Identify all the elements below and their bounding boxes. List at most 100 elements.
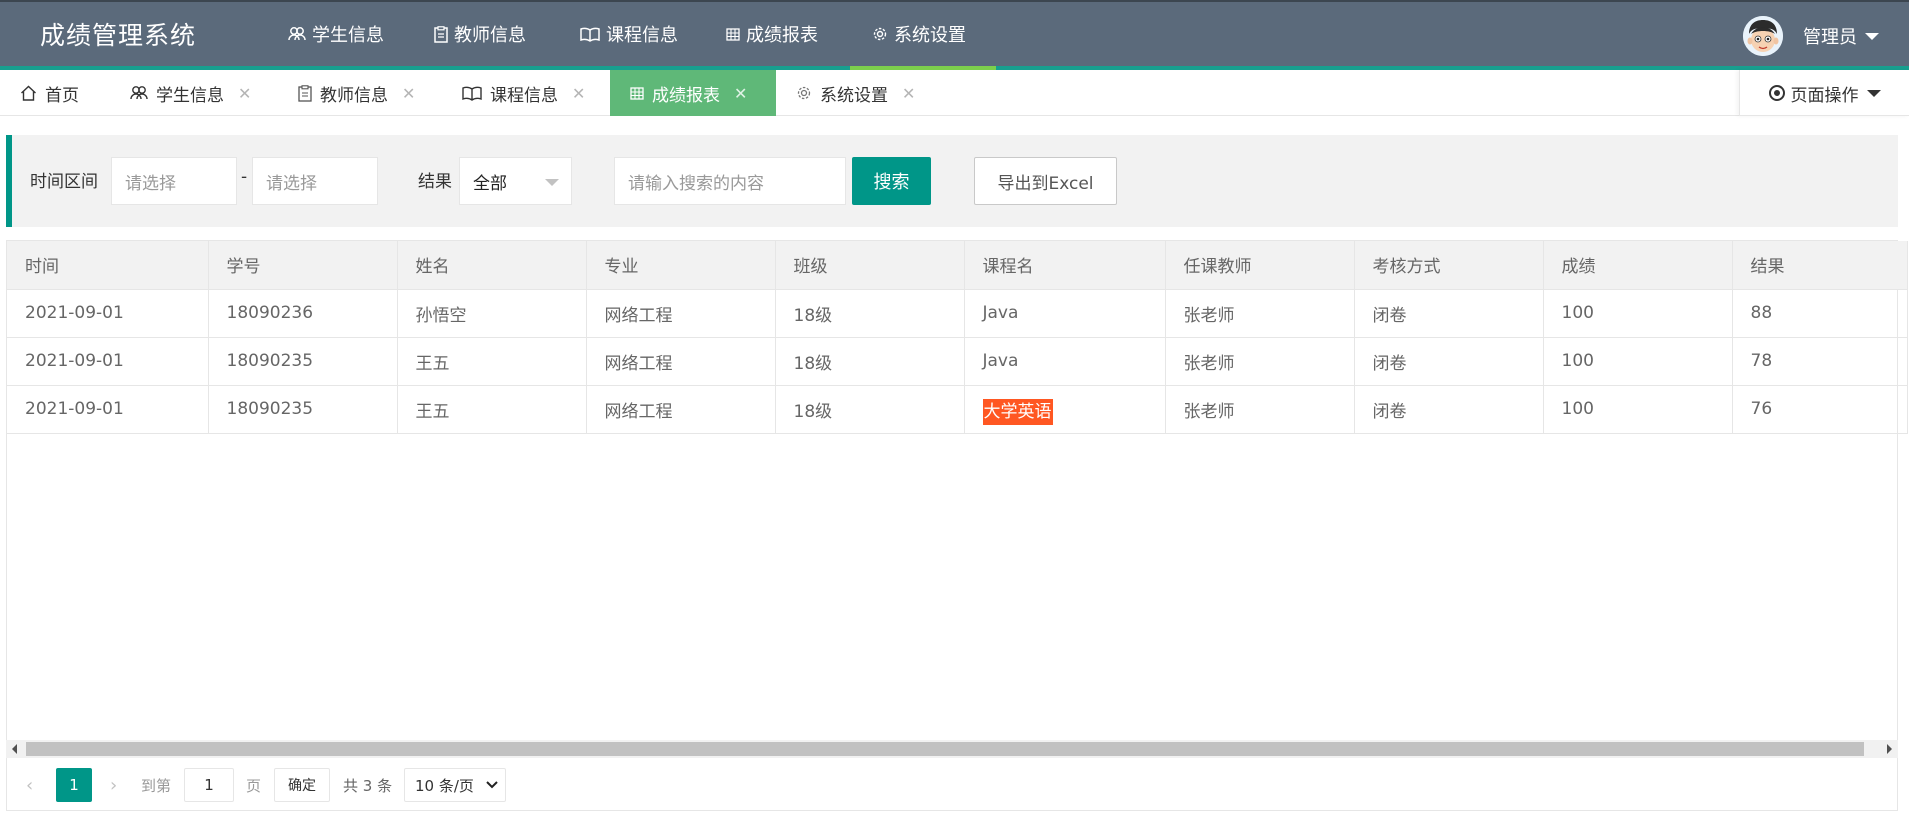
topnav-label: 学生信息 bbox=[312, 25, 384, 46]
table-cell: 2021-09-01 bbox=[7, 385, 209, 434]
table-cell: 闭卷 bbox=[1354, 289, 1544, 338]
search-input[interactable]: 请输入搜索的内容 bbox=[614, 157, 846, 205]
close-icon[interactable]: ✕ bbox=[734, 84, 747, 103]
confirm-button[interactable]: 确定 bbox=[274, 768, 330, 802]
page-size-value: 10 条/页 bbox=[415, 776, 474, 795]
column-header-score[interactable]: 成绩 bbox=[1543, 241, 1733, 290]
chevron-down-icon bbox=[545, 179, 559, 186]
table-cell: 18级 bbox=[775, 289, 965, 338]
highlighted-course-name: 大学英语 bbox=[982, 398, 1053, 425]
table-cell: 18级 bbox=[775, 337, 965, 386]
table-cell: 王五 bbox=[397, 385, 587, 434]
close-icon[interactable]: ✕ bbox=[238, 84, 251, 103]
tab-home[interactable]: 首页 bbox=[20, 70, 79, 116]
column-header-student-id[interactable]: 学号 bbox=[208, 241, 398, 290]
goto-label: 到第 bbox=[141, 776, 172, 795]
end-date-placeholder: 请选择 bbox=[266, 173, 317, 194]
close-icon[interactable]: ✕ bbox=[402, 84, 415, 103]
chevron-down-icon bbox=[1866, 89, 1881, 97]
column-header-teacher[interactable]: 任课教师 bbox=[1165, 241, 1355, 290]
search-button[interactable]: 搜索 bbox=[852, 157, 931, 205]
goto-page-input[interactable]: 1 bbox=[184, 768, 234, 802]
table-cell: 2021-09-01 bbox=[7, 289, 209, 338]
column-header-class[interactable]: 班级 bbox=[775, 241, 965, 290]
book-icon bbox=[462, 86, 482, 101]
table-cell: 18级 bbox=[775, 385, 965, 434]
column-header-course[interactable]: 课程名 bbox=[964, 241, 1166, 290]
search-panel: 时间区间 请选择 - 请选择 结果 全部 请输入搜索的内容 搜索 导出到Exce… bbox=[6, 135, 1898, 227]
end-date-input[interactable]: 请选择 bbox=[252, 157, 378, 205]
topnav-label: 课程信息 bbox=[606, 25, 678, 46]
pagination: ‹ 1 › 到第 1 页 确定 共 3 条 10 条/页 bbox=[6, 758, 1898, 811]
avatar bbox=[1743, 16, 1783, 56]
user-menu[interactable]: 管理员 bbox=[1743, 16, 1879, 56]
table-header-row: 时间 学号 姓名 专业 班级 课程名 任课教师 考核方式 成绩 结果 bbox=[7, 241, 1908, 290]
start-date-placeholder: 请选择 bbox=[125, 173, 176, 194]
tab-label: 学生信息 bbox=[156, 85, 224, 106]
clipboard-icon bbox=[434, 25, 448, 43]
gear-icon bbox=[797, 86, 811, 100]
target-icon bbox=[1768, 85, 1785, 101]
prev-page-icon[interactable]: ‹ bbox=[26, 768, 33, 802]
book-icon bbox=[580, 27, 600, 42]
column-header-result[interactable]: 结果 bbox=[1732, 241, 1908, 290]
close-icon[interactable]: ✕ bbox=[902, 84, 915, 103]
tab-teachers[interactable]: 教师信息 ✕ bbox=[298, 70, 415, 116]
table-cell: Java bbox=[964, 289, 1166, 338]
tab-label: 首页 bbox=[45, 85, 79, 106]
topnav-item-teachers[interactable]: 教师信息 bbox=[434, 2, 580, 66]
topnav-item-reports[interactable]: 成绩报表 bbox=[726, 2, 872, 66]
topnav-label: 教师信息 bbox=[454, 25, 526, 46]
topnav-item-students[interactable]: 学生信息 bbox=[288, 2, 434, 66]
page-number-current[interactable]: 1 bbox=[56, 768, 92, 802]
start-date-input[interactable]: 请选择 bbox=[111, 157, 237, 205]
page-size-select[interactable]: 10 条/页 bbox=[404, 768, 506, 802]
range-separator: - bbox=[241, 167, 248, 187]
tab-students[interactable]: 学生信息 ✕ bbox=[130, 70, 251, 116]
clipboard-icon bbox=[298, 84, 312, 102]
tab-settings[interactable]: 系统设置 ✕ bbox=[796, 70, 915, 116]
table-row[interactable]: 2021-09-01 18090235 王五 网络工程 18级 Java 张老师… bbox=[7, 337, 1908, 386]
page-ops-label: 页面操作 bbox=[1790, 85, 1859, 106]
topnav-label: 系统设置 bbox=[894, 25, 966, 46]
column-header-name[interactable]: 姓名 bbox=[397, 241, 587, 290]
table-cell: Java bbox=[964, 337, 1166, 386]
scrollbar-thumb[interactable] bbox=[26, 742, 1864, 756]
topnav-item-settings[interactable]: 系统设置 bbox=[872, 2, 1018, 66]
column-header-major[interactable]: 专业 bbox=[586, 241, 776, 290]
table-cell: 2021-09-01 bbox=[7, 337, 209, 386]
table-cell: 张老师 bbox=[1165, 385, 1355, 434]
topnav-item-courses[interactable]: 课程信息 bbox=[580, 2, 726, 66]
column-header-time[interactable]: 时间 bbox=[7, 241, 209, 290]
table-cell-highlighted: 大学英语 bbox=[964, 385, 1166, 434]
table-row[interactable]: 2021-09-01 18090235 王五 网络工程 18级 大学英语 张老师… bbox=[7, 385, 1908, 434]
column-header-exam-type[interactable]: 考核方式 bbox=[1354, 241, 1544, 290]
next-page-icon[interactable]: › bbox=[110, 768, 117, 802]
scroll-left-arrow-icon[interactable] bbox=[12, 744, 17, 754]
close-icon[interactable]: ✕ bbox=[572, 84, 585, 103]
app-title: 成绩管理系统 bbox=[40, 21, 197, 50]
table-cell: 张老师 bbox=[1165, 337, 1355, 386]
page-operations-menu[interactable]: 页面操作 bbox=[1739, 70, 1909, 116]
chevron-down-icon bbox=[1865, 32, 1879, 40]
export-excel-button[interactable]: 导出到Excel bbox=[974, 157, 1117, 205]
chevron-down-icon bbox=[486, 781, 498, 789]
table-cell: 闭卷 bbox=[1354, 385, 1544, 434]
result-select[interactable]: 全部 bbox=[459, 157, 572, 205]
table-cell: 18090236 bbox=[208, 289, 398, 338]
tab-reports[interactable]: 成绩报表 ✕ bbox=[610, 70, 776, 116]
table-row[interactable]: 2021-09-01 18090236 孙悟空 网络工程 18级 Java 张老… bbox=[7, 289, 1908, 338]
tab-label: 系统设置 bbox=[820, 85, 888, 106]
table-icon bbox=[726, 27, 740, 41]
top-header: 成绩管理系统 学生信息 教师信息 课程信息 成绩报表 系统设置 管理员 bbox=[0, 0, 1909, 72]
table-cell: 78 bbox=[1732, 337, 1908, 386]
grades-table: 时间 学号 姓名 专业 班级 课程名 任课教师 考核方式 成绩 结果 2021-… bbox=[6, 240, 1908, 811]
horizontal-scrollbar[interactable] bbox=[6, 740, 1898, 758]
search-placeholder: 请输入搜索的内容 bbox=[628, 173, 764, 194]
page-tabs: 首页 学生信息 ✕ 教师信息 ✕ 课程信息 ✕ 成绩报表 ✕ 系统设置 ✕ 页面… bbox=[0, 70, 1909, 116]
scroll-right-arrow-icon[interactable] bbox=[1887, 744, 1892, 754]
user-name: 管理员 bbox=[1803, 27, 1857, 48]
tab-courses[interactable]: 课程信息 ✕ bbox=[462, 70, 585, 116]
table-cell: 88 bbox=[1732, 289, 1908, 338]
gear-icon bbox=[873, 27, 887, 41]
